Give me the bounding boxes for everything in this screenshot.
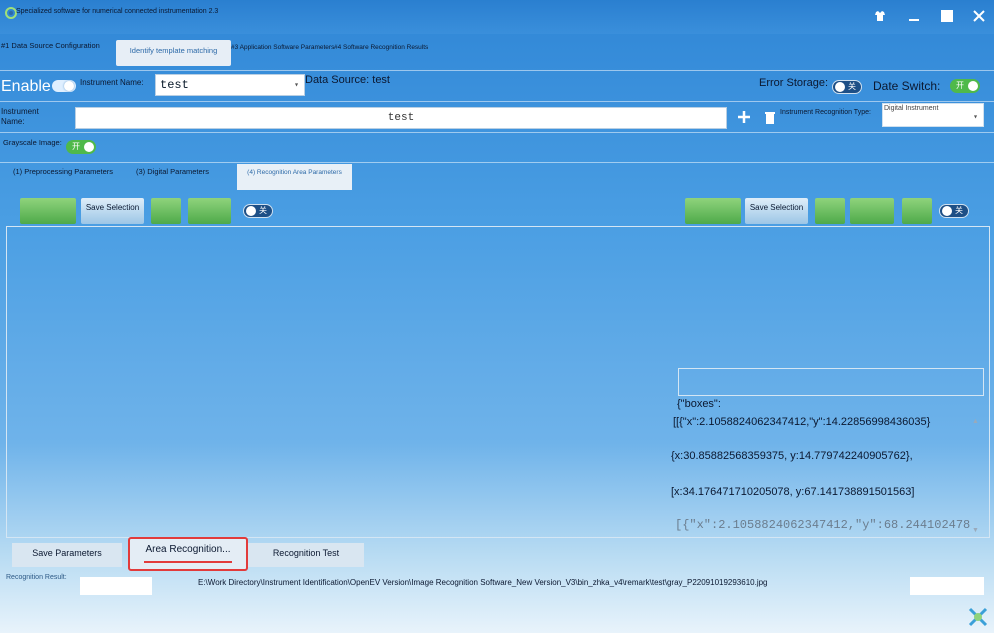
scroll-up-icon[interactable]: ▲ — [972, 418, 979, 425]
brand-logo-icon — [968, 607, 988, 627]
delete-icon[interactable] — [764, 110, 776, 124]
json-line: {x:30.85882568359375, y:14.7797422409057… — [671, 450, 913, 462]
instrument-name-value: test — [160, 78, 189, 92]
green-button[interactable] — [850, 198, 894, 224]
minimize-icon[interactable] — [907, 9, 921, 23]
recognition-type-label: Instrument Recognition Type: — [780, 109, 871, 116]
instrument-name-field[interactable]: test — [75, 107, 727, 129]
json-scrollbar[interactable]: ▲ ▼ — [972, 418, 982, 534]
json-line: [[{"x":2.1058824062347412,"y":14.2285699… — [673, 416, 931, 428]
recognition-type-select[interactable]: Digital Instrument ▾ — [882, 103, 984, 127]
grayscale-toggle-text: 开 — [72, 142, 80, 151]
scroll-down-icon[interactable]: ▼ — [972, 527, 979, 534]
tab-digital-parameters[interactable]: (3) Digital Parameters — [136, 166, 236, 190]
data-source-label: Data Source: test — [305, 74, 390, 86]
green-button[interactable] — [188, 198, 231, 224]
file-path-text: E:\Work Directory\Instrument Identificat… — [198, 578, 768, 587]
toolbar-toggle-right-text: 关 — [955, 206, 963, 215]
grayscale-label: Grayscale Image: — [3, 138, 62, 147]
enable-toggle[interactable] — [52, 80, 76, 92]
recognition-result-field[interactable] — [80, 577, 152, 595]
tab-app-parameters[interactable]: #3 Application Software Parameters — [231, 42, 336, 68]
json-output-box[interactable]: {"boxes": [[{"x":2.1058824062347412,"y":… — [669, 398, 987, 536]
error-storage-label: Error Storage: — [759, 77, 829, 89]
divider — [0, 70, 994, 71]
toolbar-toggle-right[interactable]: 关 — [939, 204, 969, 218]
date-switch-toggle[interactable]: 开 — [950, 79, 980, 93]
green-button[interactable] — [20, 198, 76, 224]
add-icon[interactable] — [737, 110, 751, 124]
chevron-down-icon: ▾ — [294, 81, 299, 90]
save-selection-button-right[interactable]: Save Selection — [745, 198, 808, 224]
maximize-icon[interactable] — [940, 9, 954, 23]
chevron-down-icon: ▾ — [973, 113, 978, 122]
instrument-name-select[interactable]: test ▾ — [155, 74, 305, 96]
tab-recognition-results[interactable]: #4 Software Recognition Results — [334, 42, 434, 68]
button-underline — [144, 561, 232, 563]
title-bar — [0, 0, 994, 34]
grayscale-toggle[interactable]: 开 — [66, 140, 96, 154]
toolbar-toggle-left[interactable]: 关 — [243, 204, 273, 218]
json-line: [{"x":2.1058824062347412,"y":68.24410247… — [675, 518, 971, 532]
tab-recognition-area[interactable]: (4) Recognition Area Parameters — [237, 164, 352, 190]
divider — [0, 132, 994, 133]
result-value-field[interactable] — [910, 577, 984, 595]
divider — [0, 162, 994, 163]
skin-icon[interactable] — [873, 9, 887, 23]
green-button[interactable] — [151, 198, 181, 224]
toolbar-toggle-left-text: 关 — [259, 206, 267, 215]
error-storage-toggle-text: 关 — [848, 82, 856, 91]
close-icon[interactable] — [972, 9, 986, 23]
green-button[interactable] — [902, 198, 932, 224]
json-line: [x:34.176471710205078, y:67.141738891501… — [671, 486, 915, 498]
area-recognition-button[interactable]: Area Recognition... — [128, 537, 248, 571]
instrument-name-label: Instrument Name: — [80, 78, 144, 87]
recognition-type-value: Digital Instrument — [884, 105, 939, 112]
json-line: {"boxes": — [677, 398, 721, 410]
coordinate-input[interactable] — [678, 368, 984, 396]
save-parameters-button[interactable]: Save Parameters — [12, 543, 122, 567]
recognition-test-button[interactable]: Recognition Test — [248, 543, 364, 567]
enable-label: Enable — [1, 78, 51, 95]
date-switch-label: Date Switch: — [873, 79, 941, 93]
date-switch-toggle-text: 开 — [956, 81, 964, 90]
area-recognition-label: Area Recognition... — [145, 544, 231, 555]
window-title: Specialized software for numerical conne… — [16, 8, 219, 15]
tab-data-source[interactable]: #1 Data Source Configuration — [1, 40, 113, 66]
error-storage-toggle[interactable]: 关 — [832, 80, 862, 94]
green-button[interactable] — [685, 198, 741, 224]
recognition-result-label: Recognition Result: — [6, 574, 67, 581]
divider — [0, 101, 994, 102]
green-button[interactable] — [815, 198, 845, 224]
instrument-name-label-2: Instrument Name: — [1, 107, 39, 126]
tab-preprocessing[interactable]: (1) Preprocessing Parameters — [13, 166, 123, 190]
tab-template-matching[interactable]: Identify template matching — [116, 40, 231, 66]
save-selection-button-left[interactable]: Save Selection — [81, 198, 144, 224]
